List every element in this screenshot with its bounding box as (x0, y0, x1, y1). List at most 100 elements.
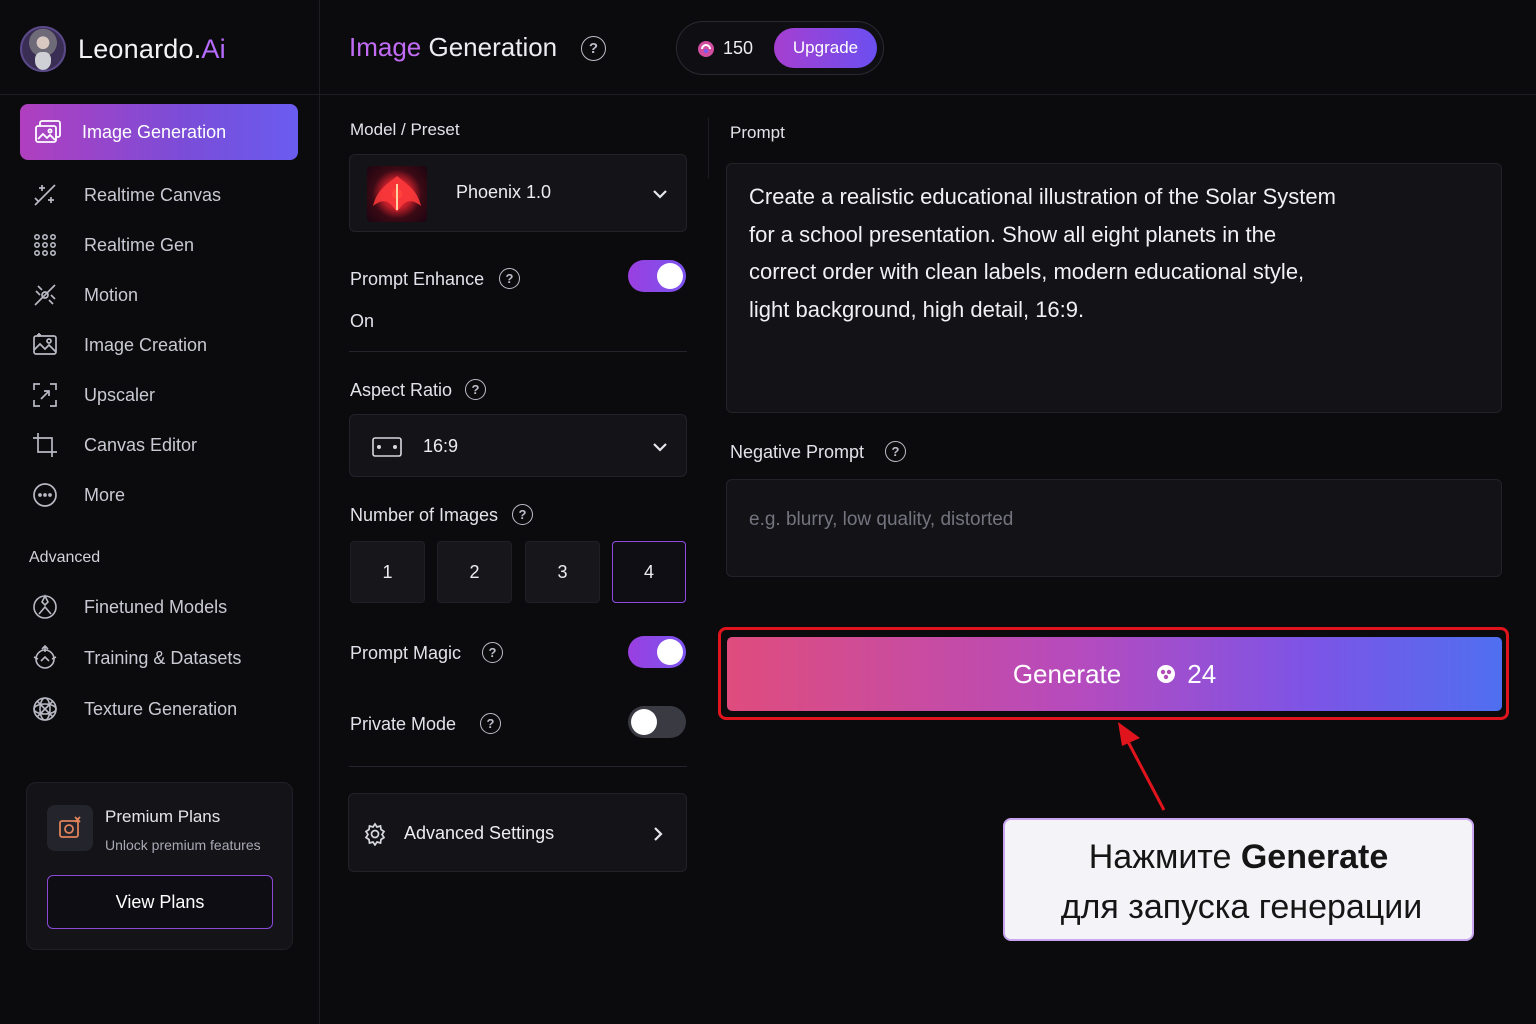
negative-prompt-box (726, 479, 1502, 577)
callout-arrow (1118, 722, 1166, 811)
section-label-advanced: Advanced (29, 549, 101, 566)
token-icon (1157, 665, 1176, 683)
advanced-settings-button[interactable]: Advanced Settings (348, 793, 687, 872)
aspect-ratio-select[interactable]: 16:9 (349, 414, 687, 477)
divider (349, 766, 687, 767)
help-icon[interactable]: ? (499, 268, 520, 289)
credits-count: 150 (723, 38, 754, 58)
sidebar-item-label: Canvas Editor (84, 434, 198, 455)
num-images-option-2[interactable]: 2 (437, 541, 512, 603)
help-icon[interactable]: ? (480, 713, 501, 734)
number-of-images-label: Number of Images (350, 505, 499, 525)
aspect-ratio-label: Aspect Ratio (350, 380, 453, 400)
brand-logo (20, 26, 66, 72)
instruction-callout: Нажмите Generate для запуска генерации (1003, 818, 1474, 941)
toggle-knob (657, 639, 683, 665)
sidebar-item-label: Finetuned Models (84, 596, 228, 617)
image-icon (33, 333, 57, 355)
sidebar: Leonardo.Ai Image Generation Realtime Ca… (0, 0, 320, 1024)
sidebar-item-label: Image Generation (82, 121, 227, 142)
upscale-icon (33, 383, 57, 407)
view-plans-button[interactable]: View Plans (47, 875, 273, 929)
sidebar-item-upscaler[interactable]: Upscaler (30, 379, 300, 411)
negative-prompt-input[interactable] (749, 506, 1449, 534)
sidebar-item-label: Motion (84, 284, 139, 305)
brand[interactable]: Leonardo.Ai (20, 26, 226, 72)
prompt-textarea[interactable]: Create a realistic educational illustrat… (726, 163, 1502, 413)
premium-plans-card: Premium Plans Unlock premium features Vi… (26, 782, 293, 950)
chevron-down-icon (653, 443, 667, 452)
prompt-enhance-label: Prompt Enhance (350, 269, 485, 289)
chevron-down-icon (653, 190, 667, 199)
negative-prompt-label: Negative Prompt (730, 442, 865, 462)
prompt-magic-toggle[interactable] (628, 636, 686, 668)
model-preset-label: Model / Preset (350, 120, 460, 139)
upgrade-button[interactable]: Upgrade (774, 28, 877, 68)
header-divider (0, 94, 1536, 95)
prompt-magic-label: Prompt Magic (350, 643, 462, 663)
private-mode-label: Private Mode (350, 714, 457, 734)
token-icon (698, 41, 714, 57)
divider (349, 351, 687, 352)
sidebar-item-texture-generation[interactable]: Texture Generation (30, 693, 300, 725)
finetune-icon (33, 594, 57, 619)
help-icon[interactable]: ? (581, 36, 606, 61)
prompt-label: Prompt (730, 123, 785, 142)
sidebar-item-motion[interactable]: Motion (30, 279, 300, 311)
sidebar-item-training-datasets[interactable]: Training & Datasets (30, 642, 300, 674)
sidebar-item-image-creation[interactable]: Image Creation (30, 329, 300, 361)
sidebar-item-label: Realtime Gen (84, 234, 195, 255)
toggle-knob (657, 263, 683, 289)
prompt-enhance-status: On (350, 311, 375, 331)
private-mode-toggle[interactable] (628, 706, 686, 738)
num-images-option-3[interactable]: 3 (525, 541, 600, 603)
texture-icon (33, 697, 57, 721)
sidebar-item-realtime-canvas[interactable]: Realtime Canvas (30, 179, 300, 211)
help-icon[interactable]: ? (465, 379, 486, 400)
advanced-settings-label: Advanced Settings (404, 823, 555, 843)
num-images-option-4[interactable]: 4 (612, 541, 686, 603)
model-preset-select[interactable]: Phoenix 1.0 (349, 154, 687, 232)
help-icon[interactable]: ? (482, 642, 503, 663)
credits-pill: 150 Upgrade (676, 21, 884, 75)
brand-name: Leonardo.Ai (78, 33, 226, 64)
gear-icon (364, 822, 386, 846)
motion-icon (34, 284, 56, 306)
more-icon (33, 483, 57, 507)
generate-button[interactable]: Generate 24 (727, 637, 1502, 711)
sidebar-item-image-generation[interactable]: Image Generation (20, 104, 298, 160)
sidebar-item-more[interactable]: More (30, 479, 300, 511)
generate-label: Generate (1012, 658, 1122, 689)
brush-icon (34, 184, 56, 206)
callout-line1: Нажмите Generate (1088, 838, 1389, 876)
training-icon (33, 644, 57, 669)
sidebar-item-canvas-editor[interactable]: Canvas Editor (30, 429, 300, 461)
premium-title: Premium Plans (105, 807, 221, 826)
model-name: Phoenix 1.0 (456, 182, 552, 202)
page-title: Image Generation (349, 32, 558, 62)
prompt-text: Create a realistic educational illustrat… (749, 184, 1336, 322)
sidebar-item-label: Image Creation (84, 334, 208, 355)
column-divider (708, 118, 709, 178)
help-icon[interactable]: ? (512, 504, 533, 525)
sidebar-item-realtime-gen[interactable]: Realtime Gen (30, 229, 300, 261)
help-icon[interactable]: ? (885, 441, 906, 462)
sidebar-item-label: More (84, 484, 126, 505)
sidebar-item-label: Training & Datasets (84, 647, 242, 668)
sidebar-item-label: Upscaler (84, 384, 156, 405)
premium-subtitle: Unlock premium features (105, 837, 261, 853)
generate-cost-value: 24 (1187, 658, 1217, 689)
sidebar-item-finetuned-models[interactable]: Finetuned Models (30, 591, 300, 623)
prompt-enhance-toggle[interactable] (628, 260, 686, 292)
toggle-knob (631, 709, 657, 735)
aspect-ratio-icon (372, 437, 402, 457)
crop-icon (33, 433, 57, 457)
image-generation-icon (35, 120, 61, 143)
generate-cost: 24 (1155, 659, 1216, 690)
model-thumbnail (367, 166, 427, 222)
sidebar-item-label: Realtime Canvas (84, 184, 222, 205)
aspect-ratio-value: 16:9 (423, 436, 459, 456)
callout-line2: для запуска генерации (1060, 888, 1423, 926)
num-images-option-1[interactable]: 1 (350, 541, 425, 603)
chevron-right-icon (654, 827, 663, 841)
